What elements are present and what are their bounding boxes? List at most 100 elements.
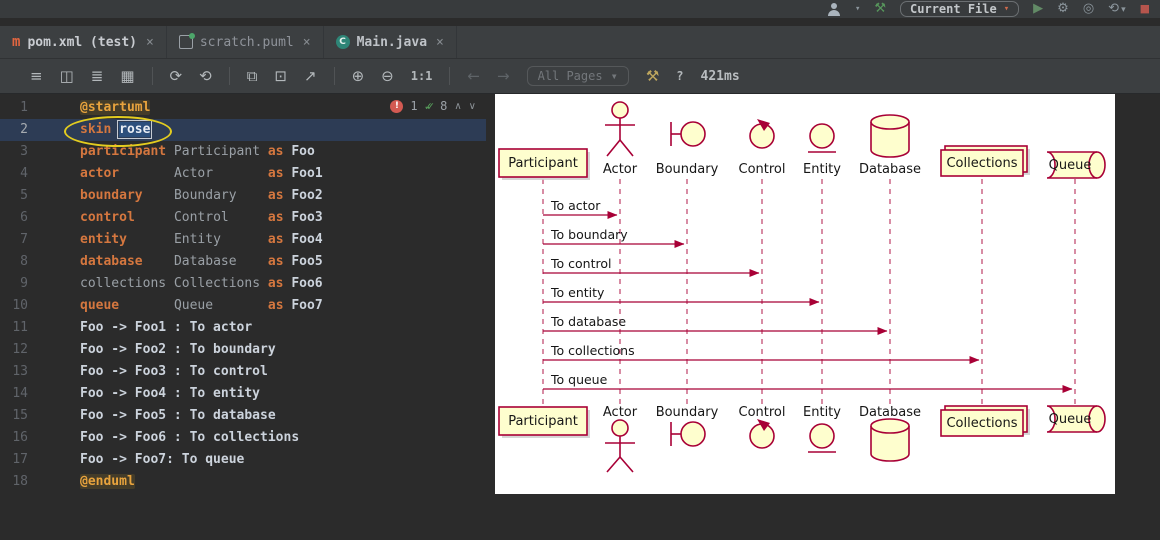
code-line[interactable]: 7 entity Entity as Foo4 xyxy=(0,229,486,251)
code-line[interactable]: 11 Foo -> Foo1 : To actor xyxy=(0,317,486,339)
view-image-icon[interactable]: ▦ xyxy=(120,67,134,85)
svg-text:To queue: To queue xyxy=(550,372,608,387)
code-editor[interactable]: 1 @startuml 2 skin rose 3 participant Partici… xyxy=(0,94,486,540)
code-line[interactable]: 17 Foo -> Foo7: To queue xyxy=(0,449,486,471)
code-line[interactable]: 4 actor Actor as Foo1 xyxy=(0,163,486,185)
wrench-icon[interactable]: ⚒ xyxy=(646,67,659,85)
toolbar-separator xyxy=(333,67,335,85)
back-icon[interactable]: ← xyxy=(467,67,480,85)
line-number: 13 xyxy=(12,364,28,379)
code-line[interactable]: 18 @enduml xyxy=(0,471,486,493)
close-icon[interactable]: × xyxy=(436,35,444,50)
copy-icon[interactable]: ⧉ xyxy=(247,67,258,85)
tab-pom-xml[interactable]: m pom.xml (test) × xyxy=(0,26,167,58)
code-text: skin rose xyxy=(80,120,153,139)
main-toolbar: ▾ ⚒ Current File ▾ ▶ ⚙ ◎ ⟲ ▾ ■ xyxy=(0,0,1160,18)
editor-tab-bar: m pom.xml (test) × scratch.puml × C Main… xyxy=(0,26,1160,59)
code-line[interactable]: 6 control Control as Foo3 xyxy=(0,207,486,229)
code-line[interactable]: 3 participant Participant as Foo xyxy=(0,141,486,163)
check-icon: ✓✓ xyxy=(424,99,435,113)
pages-dropdown-label: All Pages xyxy=(537,69,603,83)
line-number: 11 xyxy=(12,320,28,335)
stop-icon[interactable]: ■ xyxy=(1140,0,1150,18)
participant-top-control: Control xyxy=(739,119,786,177)
code-text: control Control as Foo3 xyxy=(80,210,323,225)
code-line[interactable]: 15 Foo -> Foo5 : To database xyxy=(0,405,486,427)
svg-text:Boundary: Boundary xyxy=(656,162,719,177)
code-line[interactable]: 16 Foo -> Foo6 : To collections xyxy=(0,427,486,449)
participant-top-actor: Actor xyxy=(603,101,638,177)
history-dropdown-icon: ▾ xyxy=(1121,4,1126,15)
line-number: 16 xyxy=(12,430,28,445)
code-line[interactable]: 5 boundary Boundary as Foo2 xyxy=(0,185,486,207)
code-line[interactable]: 8 database Database as Foo5 xyxy=(0,251,486,273)
save-icon[interactable]: ⊡ xyxy=(274,67,287,85)
toolbar-separator xyxy=(228,67,230,85)
svg-text:To actor: To actor xyxy=(550,198,601,213)
code-line[interactable]: 12 Foo -> Foo2 : To boundary xyxy=(0,339,486,361)
line-number: 18 xyxy=(12,474,28,489)
zoom-out-icon[interactable]: ⊖ xyxy=(381,67,394,85)
svg-text:Entity: Entity xyxy=(803,162,841,177)
zoom-in-icon[interactable]: ⊕ xyxy=(352,67,365,85)
code-text: Foo -> Foo1 : To actor xyxy=(80,320,253,335)
forward-icon[interactable]: → xyxy=(497,67,510,85)
code-line[interactable]: 14 Foo -> Foo4 : To entity xyxy=(0,383,486,405)
user-dropdown-icon[interactable]: ▾ xyxy=(855,4,860,14)
view-list2-icon[interactable]: ≣ xyxy=(91,67,104,85)
reload-all-icon[interactable]: ⟲ xyxy=(199,67,212,85)
zoom-reset-button[interactable]: 1:1 xyxy=(411,69,433,83)
scratch-dot-icon xyxy=(188,33,195,39)
participant-bottom-database: Database xyxy=(859,405,921,462)
export-icon[interactable]: ↗ xyxy=(304,67,317,85)
history-button[interactable]: ⟲ ▾ xyxy=(1108,0,1125,19)
line-number: 4 xyxy=(20,166,28,181)
line-number: 17 xyxy=(12,452,28,467)
view-list-icon[interactable]: ≡ xyxy=(30,67,43,85)
svg-text:Collections: Collections xyxy=(946,156,1017,171)
code-text: collections Collections as Foo6 xyxy=(80,276,323,291)
chevron-up-icon[interactable]: ∧ xyxy=(454,101,461,112)
line-number: 14 xyxy=(12,386,28,401)
refresh-icon[interactable]: ⟳ xyxy=(170,67,183,85)
java-class-icon: C xyxy=(335,35,350,49)
coverage-icon[interactable]: ◎ xyxy=(1083,0,1094,18)
close-icon[interactable]: × xyxy=(146,35,154,50)
code-text: Foo -> Foo3 : To control xyxy=(80,364,268,379)
code-text: participant Participant as Foo xyxy=(80,144,315,159)
code-line[interactable]: 10 queue Queue as Foo7 xyxy=(0,295,486,317)
inspections-widget[interactable]: ! 1 ✓✓ 8 ∧ ∨ xyxy=(390,99,476,113)
line-number: 2 xyxy=(20,122,28,137)
scratch-file-icon xyxy=(178,33,195,49)
user-icon[interactable] xyxy=(827,2,841,16)
line-number: 15 xyxy=(12,408,28,423)
participant-top-collections: Collections xyxy=(940,145,1030,177)
help-button[interactable]: ? xyxy=(676,69,683,83)
line-number: 10 xyxy=(12,298,28,313)
svg-text:Participant: Participant xyxy=(508,156,578,171)
chevron-down-icon[interactable]: ∨ xyxy=(469,101,476,112)
svg-text:To control: To control xyxy=(550,256,611,271)
code-line[interactable]: 2 skin rose xyxy=(0,119,486,141)
participant-top-database: Database xyxy=(859,114,921,177)
tab-main-java[interactable]: C Main.java × xyxy=(324,26,457,58)
code-text: @startuml xyxy=(80,100,151,115)
svg-text:Boundary: Boundary xyxy=(656,405,719,420)
code-line[interactable]: 9 collections Collections as Foo6 xyxy=(0,273,486,295)
view-split-icon[interactable]: ◫ xyxy=(60,67,74,85)
code-line[interactable]: 13 Foo -> Foo3 : To control xyxy=(0,361,486,383)
sequence-diagram: Participant Actor Boundary Control Entit… xyxy=(498,101,1106,473)
participant-bottom-boundary: Boundary xyxy=(656,405,719,447)
svg-text:To entity: To entity xyxy=(550,285,605,300)
current-file-selector[interactable]: Current File ▾ xyxy=(900,1,1020,17)
participant-top-queue: Queue xyxy=(1046,151,1106,179)
history-icon: ⟲ xyxy=(1108,0,1120,16)
close-icon[interactable]: × xyxy=(303,35,311,50)
pages-dropdown[interactable]: All Pages ▾ xyxy=(526,66,629,86)
tab-scratch-puml[interactable]: scratch.puml × xyxy=(167,26,324,58)
settings-icon[interactable]: ⚙ xyxy=(1057,0,1069,18)
run-icon[interactable]: ▶ xyxy=(1033,0,1043,18)
build-icon[interactable]: ⚒ xyxy=(874,0,886,18)
svg-text:Actor: Actor xyxy=(603,405,638,420)
toolbar-separator xyxy=(449,67,451,85)
